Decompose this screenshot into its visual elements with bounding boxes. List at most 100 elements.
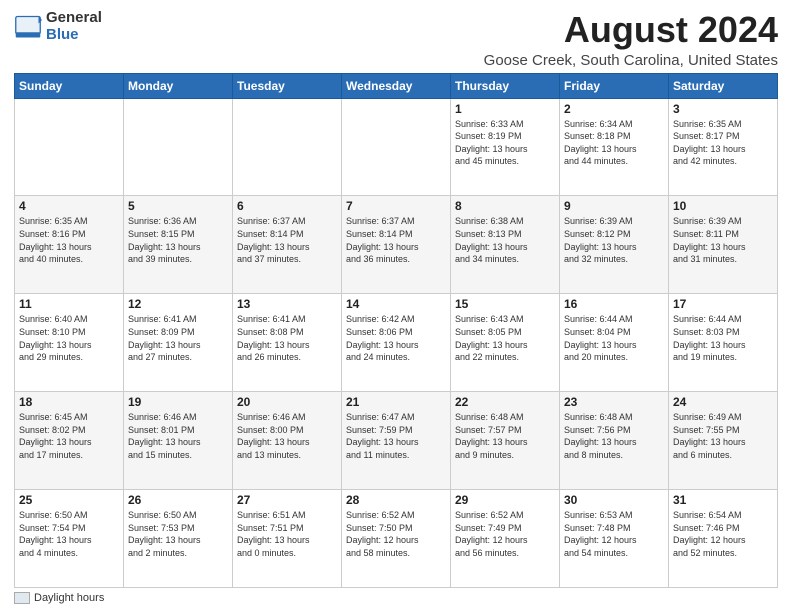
- day-number: 3: [673, 102, 773, 116]
- legend-box: [14, 592, 30, 604]
- day-number: 30: [564, 493, 664, 507]
- calendar-cell: [233, 98, 342, 196]
- calendar-cell: 13Sunrise: 6:41 AM Sunset: 8:08 PM Dayli…: [233, 294, 342, 392]
- title-block: August 2024 Goose Creek, South Carolina,…: [484, 10, 778, 69]
- calendar-cell: 22Sunrise: 6:48 AM Sunset: 7:57 PM Dayli…: [451, 392, 560, 490]
- day-number: 5: [128, 199, 228, 213]
- day-number: 12: [128, 297, 228, 311]
- day-number: 18: [19, 395, 119, 409]
- day-number: 20: [237, 395, 337, 409]
- day-number: 16: [564, 297, 664, 311]
- logo-general: General: [46, 10, 102, 27]
- calendar-cell: 5 Sunrise: 6:36 AM Sunset: 8:15 PM Daylig…: [124, 196, 233, 294]
- col-header-wednesday: Wednesday: [342, 73, 451, 98]
- day-number: 25: [19, 493, 119, 507]
- calendar-cell: 16 Sunrise: 6:44 AM Sunset: 8:04 PM Dayli…: [560, 294, 669, 392]
- calendar-cell: 30 Sunrise: 6:53 AM Sunset: 7:48 PM Dayli…: [560, 490, 669, 588]
- calendar-cell: 12 Sunrise: 6:41 AM Sunset: 8:09 PM Dayli…: [124, 294, 233, 392]
- subtitle: Goose Creek, South Carolina, United Stat…: [484, 52, 778, 69]
- day-info: Sunrise: 6:42 AM Sunset: 8:06 PM Dayligh…: [346, 314, 419, 362]
- calendar-cell: 27 Sunrise: 6:51 AM Sunset: 7:51 PM Dayli…: [233, 490, 342, 588]
- day-number: 22: [455, 395, 555, 409]
- day-info: Sunrise: 6:48 AM Sunset: 7:56 PM Dayligh…: [564, 412, 637, 460]
- day-number: 6: [237, 199, 337, 213]
- day-info: Sunrise: 6:34 AM Sunset: 8:18 PM Dayligh…: [564, 119, 637, 167]
- col-header-saturday: Saturday: [669, 73, 778, 98]
- day-info: Sunrise: 6:38 AM Sunset: 8:13 PM Dayligh…: [455, 216, 528, 264]
- calendar-cell: 15 Sunrise: 6:43 AM Sunset: 8:05 PM Dayli…: [451, 294, 560, 392]
- day-number: 27: [237, 493, 337, 507]
- calendar-cell: 29Sunrise: 6:52 AM Sunset: 7:49 PM Dayli…: [451, 490, 560, 588]
- calendar-cell: 8 Sunrise: 6:38 AM Sunset: 8:13 PM Daylig…: [451, 196, 560, 294]
- col-header-monday: Monday: [124, 73, 233, 98]
- day-number: 15: [455, 297, 555, 311]
- day-number: 24: [673, 395, 773, 409]
- day-info: Sunrise: 6:41 AM Sunset: 8:09 PM Dayligh…: [128, 314, 201, 362]
- calendar-cell: 24 Sunrise: 6:49 AM Sunset: 7:55 PM Dayli…: [669, 392, 778, 490]
- calendar-week-0: 1Sunrise: 6:33 AM Sunset: 8:19 PM Daylig…: [15, 98, 778, 196]
- day-info: Sunrise: 6:44 AM Sunset: 8:04 PM Dayligh…: [564, 314, 637, 362]
- calendar-cell: 1Sunrise: 6:33 AM Sunset: 8:19 PM Daylig…: [451, 98, 560, 196]
- day-info: Sunrise: 6:37 AM Sunset: 8:14 PM Dayligh…: [237, 216, 310, 264]
- day-number: 23: [564, 395, 664, 409]
- day-info: Sunrise: 6:41 AM Sunset: 8:08 PM Dayligh…: [237, 314, 310, 362]
- day-info: Sunrise: 6:47 AM Sunset: 7:59 PM Dayligh…: [346, 412, 419, 460]
- day-info: Sunrise: 6:50 AM Sunset: 7:54 PM Dayligh…: [19, 510, 92, 558]
- day-info: Sunrise: 6:35 AM Sunset: 8:16 PM Dayligh…: [19, 216, 92, 264]
- day-number: 4: [19, 199, 119, 213]
- day-number: 2: [564, 102, 664, 116]
- day-info: Sunrise: 6:33 AM Sunset: 8:19 PM Dayligh…: [455, 119, 528, 167]
- day-number: 19: [128, 395, 228, 409]
- day-number: 17: [673, 297, 773, 311]
- calendar-cell: [124, 98, 233, 196]
- legend: Daylight hours: [14, 592, 104, 604]
- calendar-cell: 26 Sunrise: 6:50 AM Sunset: 7:53 PM Dayli…: [124, 490, 233, 588]
- day-info: Sunrise: 6:49 AM Sunset: 7:55 PM Dayligh…: [673, 412, 746, 460]
- day-number: 11: [19, 297, 119, 311]
- day-info: Sunrise: 6:40 AM Sunset: 8:10 PM Dayligh…: [19, 314, 92, 362]
- calendar-week-3: 18 Sunrise: 6:45 AM Sunset: 8:02 PM Dayli…: [15, 392, 778, 490]
- day-number: 9: [564, 199, 664, 213]
- col-header-friday: Friday: [560, 73, 669, 98]
- day-number: 28: [346, 493, 446, 507]
- calendar-cell: 21Sunrise: 6:47 AM Sunset: 7:59 PM Dayli…: [342, 392, 451, 490]
- logo-text: General Blue: [46, 10, 102, 43]
- day-info: Sunrise: 6:53 AM Sunset: 7:48 PM Dayligh…: [564, 510, 637, 558]
- main-title: August 2024: [484, 10, 778, 50]
- page: General Blue August 2024 Goose Creek, So…: [0, 0, 792, 612]
- calendar-week-2: 11 Sunrise: 6:40 AM Sunset: 8:10 PM Dayli…: [15, 294, 778, 392]
- day-info: Sunrise: 6:50 AM Sunset: 7:53 PM Dayligh…: [128, 510, 201, 558]
- day-number: 8: [455, 199, 555, 213]
- day-info: Sunrise: 6:54 AM Sunset: 7:46 PM Dayligh…: [673, 510, 746, 558]
- day-info: Sunrise: 6:43 AM Sunset: 8:05 PM Dayligh…: [455, 314, 528, 362]
- col-header-tuesday: Tuesday: [233, 73, 342, 98]
- day-info: Sunrise: 6:52 AM Sunset: 7:50 PM Dayligh…: [346, 510, 419, 558]
- calendar-cell: 14 Sunrise: 6:42 AM Sunset: 8:06 PM Dayli…: [342, 294, 451, 392]
- footer: Daylight hours: [14, 592, 778, 604]
- day-number: 10: [673, 199, 773, 213]
- calendar-cell: 4 Sunrise: 6:35 AM Sunset: 8:16 PM Daylig…: [15, 196, 124, 294]
- day-number: 31: [673, 493, 773, 507]
- calendar-cell: 9 Sunrise: 6:39 AM Sunset: 8:12 PM Daylig…: [560, 196, 669, 294]
- day-info: Sunrise: 6:36 AM Sunset: 8:15 PM Dayligh…: [128, 216, 201, 264]
- legend-label: Daylight hours: [34, 592, 104, 604]
- calendar-week-1: 4 Sunrise: 6:35 AM Sunset: 8:16 PM Daylig…: [15, 196, 778, 294]
- day-number: 26: [128, 493, 228, 507]
- day-info: Sunrise: 6:35 AM Sunset: 8:17 PM Dayligh…: [673, 119, 746, 167]
- day-number: 7: [346, 199, 446, 213]
- header: General Blue August 2024 Goose Creek, So…: [14, 10, 778, 69]
- day-info: Sunrise: 6:39 AM Sunset: 8:12 PM Dayligh…: [564, 216, 637, 264]
- calendar-cell: 19Sunrise: 6:46 AM Sunset: 8:01 PM Dayli…: [124, 392, 233, 490]
- col-header-thursday: Thursday: [451, 73, 560, 98]
- calendar-cell: 18 Sunrise: 6:45 AM Sunset: 8:02 PM Dayli…: [15, 392, 124, 490]
- day-info: Sunrise: 6:45 AM Sunset: 8:02 PM Dayligh…: [19, 412, 92, 460]
- col-header-sunday: Sunday: [15, 73, 124, 98]
- day-number: 14: [346, 297, 446, 311]
- day-info: Sunrise: 6:51 AM Sunset: 7:51 PM Dayligh…: [237, 510, 310, 558]
- calendar-cell: 7Sunrise: 6:37 AM Sunset: 8:14 PM Daylig…: [342, 196, 451, 294]
- day-info: Sunrise: 6:52 AM Sunset: 7:49 PM Dayligh…: [455, 510, 528, 558]
- calendar-cell: 17Sunrise: 6:44 AM Sunset: 8:03 PM Dayli…: [669, 294, 778, 392]
- calendar-week-4: 25 Sunrise: 6:50 AM Sunset: 7:54 PM Dayli…: [15, 490, 778, 588]
- calendar-cell: 28 Sunrise: 6:52 AM Sunset: 7:50 PM Dayli…: [342, 490, 451, 588]
- calendar-cell: 11 Sunrise: 6:40 AM Sunset: 8:10 PM Dayli…: [15, 294, 124, 392]
